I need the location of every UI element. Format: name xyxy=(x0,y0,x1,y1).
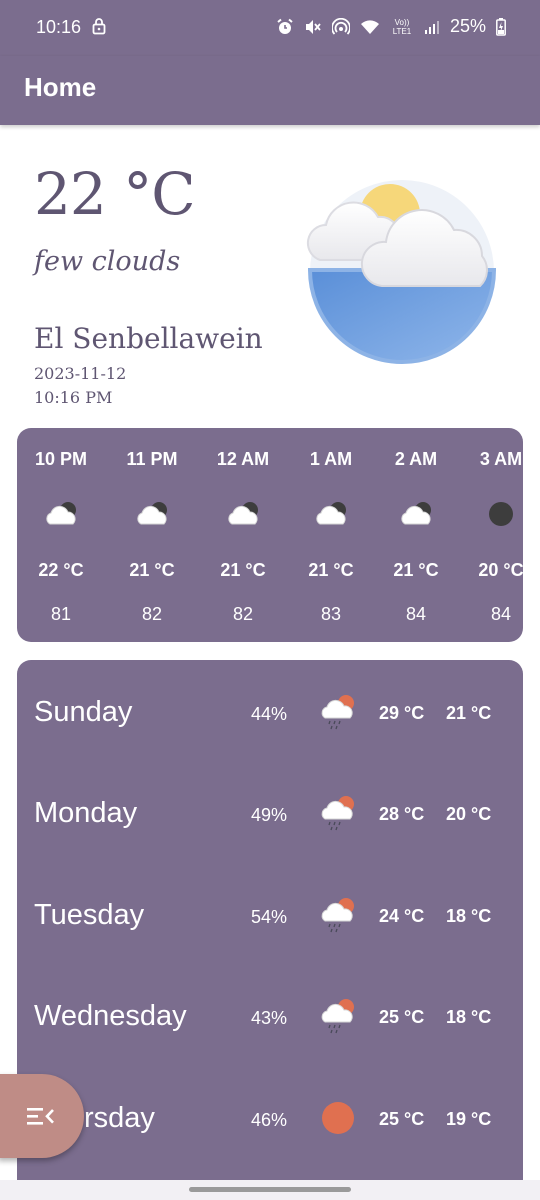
hour-temperature: 20 °C xyxy=(478,560,523,580)
daily-row[interactable]: Monday 49% 28 °C 20 °C xyxy=(17,763,523,863)
day-min-temperature: 18 °C xyxy=(446,906,492,926)
day-min-temperature: 21 °C xyxy=(446,703,492,723)
day-percentage: 43% xyxy=(251,1008,288,1028)
gesture-handle[interactable] xyxy=(189,1187,351,1192)
day-min-temperature: 18 °C xyxy=(446,1007,492,1027)
hour-value: 81 xyxy=(50,604,72,624)
rain-sun-cloud-icon xyxy=(321,999,354,1034)
hour-value: 82 xyxy=(141,604,163,624)
mute-icon xyxy=(305,19,321,34)
battery-charging-icon xyxy=(496,17,506,36)
hour-time: 12 AM xyxy=(216,449,270,469)
network-type-label: Vo)) LTE1 xyxy=(392,17,412,36)
day-percentage: 46% xyxy=(251,1110,288,1130)
daily-forecast-card[interactable]: Sunday 44% 29 °C 21 °C Monday 49% 28 °C … xyxy=(17,660,523,1200)
clear-night-icon xyxy=(489,502,513,526)
hour-value: 84 xyxy=(405,604,427,624)
current-temperature: 22 °C xyxy=(34,160,196,228)
night-clouds-icon xyxy=(137,502,167,525)
night-clouds-icon xyxy=(401,502,431,525)
day-min-temperature: 19 °C xyxy=(446,1109,492,1129)
menu-fab-button[interactable] xyxy=(0,1074,84,1158)
day-percentage: 49% xyxy=(251,805,288,825)
hourly-item: 3 AM 20 °C 84 xyxy=(461,428,523,642)
hour-time: 11 PM xyxy=(126,449,178,469)
day-max-temperature: 28 °C xyxy=(379,804,425,824)
lock-icon xyxy=(92,18,106,35)
wifi-icon xyxy=(360,19,379,34)
daily-row[interactable]: Sunday 44% 29 °C 21 °C xyxy=(17,662,523,762)
day-name: Sunday xyxy=(34,696,133,728)
day-max-temperature: 29 °C xyxy=(379,703,425,723)
alarm-icon xyxy=(277,18,293,34)
sun-icon xyxy=(322,1102,354,1134)
rain-sun-cloud-icon xyxy=(321,898,354,933)
daily-row[interactable]: Tuesday 54% 24 °C 18 °C xyxy=(17,865,523,965)
day-name: Tuesday xyxy=(34,899,145,931)
hourly-forecast-card[interactable]: 10 PM 22 °C 81 11 PM 21 °C 82 12 AM 21 °… xyxy=(17,428,523,642)
hour-value: 82 xyxy=(232,604,254,624)
hourly-item: 1 AM 21 °C 83 xyxy=(291,428,371,642)
signal-icon xyxy=(424,20,439,34)
day-percentage: 54% xyxy=(251,907,288,927)
day-max-temperature: 25 °C xyxy=(379,1109,425,1129)
hour-temperature: 21 °C xyxy=(308,560,354,580)
page-title: Home xyxy=(24,72,97,102)
hour-value: 84 xyxy=(490,604,512,624)
rain-sun-cloud-icon xyxy=(321,796,354,831)
hourly-item: 2 AM 21 °C 84 xyxy=(376,428,456,642)
battery-percentage: 25% xyxy=(449,16,486,36)
hour-time: 2 AM xyxy=(394,449,438,469)
status-bar: 10:16 Vo)) LTE1 25% xyxy=(0,0,540,56)
night-clouds-icon xyxy=(228,502,258,525)
day-name: Monday xyxy=(34,797,138,829)
hourly-item: 12 AM 21 °C 82 xyxy=(203,428,283,642)
hour-time: 3 AM xyxy=(479,449,523,469)
daily-row[interactable]: Thursday 46% 25 °C 19 °C xyxy=(17,1068,523,1168)
rain-sun-cloud-icon xyxy=(321,695,354,730)
hour-time: 10 PM xyxy=(34,449,88,469)
hourly-item: 11 PM 21 °C 82 xyxy=(112,428,192,642)
menu-open-icon xyxy=(27,1108,54,1125)
hour-time: 1 AM xyxy=(309,449,353,469)
city-name: El Senbellawein xyxy=(34,322,263,355)
hour-temperature: 21 °C xyxy=(129,560,175,580)
day-max-temperature: 25 °C xyxy=(379,1007,425,1027)
current-time: 10:16 PM xyxy=(34,388,113,407)
weather-description: few clouds xyxy=(34,246,181,277)
app-bar: Home xyxy=(0,56,540,125)
sun-behind-clouds-icon xyxy=(306,180,497,364)
day-max-temperature: 24 °C xyxy=(379,906,425,926)
hour-value: 83 xyxy=(320,604,342,624)
daily-row[interactable]: Wednesday 43% 25 °C 18 °C xyxy=(17,966,523,1066)
hourly-item: 10 PM 22 °C 81 xyxy=(21,428,101,642)
day-percentage: 44% xyxy=(251,704,288,724)
current-date: 2023-11-12 xyxy=(34,364,127,383)
hour-temperature: 21 °C xyxy=(220,560,266,580)
day-name: Wednesday xyxy=(34,1000,187,1032)
night-clouds-icon xyxy=(316,502,346,525)
hotspot-icon xyxy=(331,17,350,35)
day-min-temperature: 20 °C xyxy=(446,804,492,824)
night-clouds-icon xyxy=(46,502,76,525)
status-time: 10:16 xyxy=(36,17,82,37)
hour-temperature: 21 °C xyxy=(393,560,439,580)
hour-temperature: 22 °C xyxy=(38,560,84,580)
